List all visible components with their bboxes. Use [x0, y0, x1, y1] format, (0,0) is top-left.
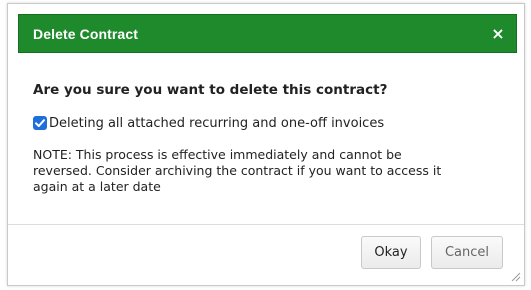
- delete-invoices-option[interactable]: Deleting all attached recurring and one-…: [33, 115, 384, 131]
- checkmark-icon: [35, 119, 45, 127]
- footer-divider: [8, 224, 524, 225]
- note-line: again at a later date: [33, 179, 161, 194]
- note-line: NOTE: This process is effective immediat…: [33, 147, 402, 162]
- warning-note: NOTE: This process is effective immediat…: [33, 147, 513, 195]
- delete-invoices-checkbox[interactable]: [33, 116, 47, 130]
- delete-contract-dialog: Delete Contract × Are you sure you want …: [7, 3, 525, 286]
- delete-invoices-label[interactable]: Deleting all attached recurring and one-…: [49, 116, 384, 131]
- dialog-titlebar[interactable]: Delete Contract ×: [18, 14, 517, 53]
- okay-button[interactable]: Okay: [361, 236, 421, 269]
- confirm-question: Are you sure you want to delete this con…: [33, 82, 388, 98]
- note-line: reversed. Consider archiving the contrac…: [33, 163, 442, 178]
- close-icon[interactable]: ×: [488, 24, 508, 44]
- resize-grip-icon[interactable]: [509, 270, 521, 282]
- cancel-button[interactable]: Cancel: [431, 236, 503, 269]
- dialog-title: Delete Contract: [33, 26, 138, 42]
